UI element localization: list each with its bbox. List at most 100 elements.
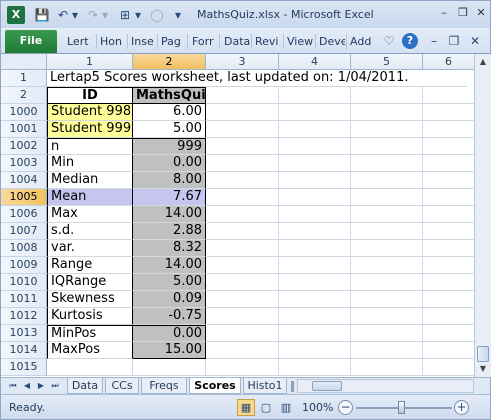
row-header[interactable]: 1002 bbox=[1, 138, 47, 155]
undo-dropdown-icon[interactable]: ▾ bbox=[70, 7, 80, 23]
row-header[interactable]: 1000 bbox=[1, 104, 47, 121]
vertical-scrollbar[interactable]: ▲ ▼ bbox=[474, 54, 491, 377]
empty-cell[interactable] bbox=[133, 359, 206, 376]
empty-cell[interactable] bbox=[279, 240, 351, 257]
empty-cell[interactable] bbox=[351, 291, 423, 308]
scroll-up-icon[interactable]: ▲ bbox=[475, 54, 491, 70]
row-header[interactable]: 1001 bbox=[1, 121, 47, 138]
row-header[interactable]: 1013 bbox=[1, 325, 47, 342]
row-header[interactable]: 1009 bbox=[1, 257, 47, 274]
row-header[interactable]: 1014 bbox=[1, 342, 47, 359]
empty-cell[interactable] bbox=[351, 121, 423, 138]
scroll-thumb[interactable] bbox=[477, 346, 489, 362]
customize-toolbar-icon[interactable]: ▾ bbox=[173, 7, 183, 23]
excel-logo-icon[interactable]: X bbox=[7, 6, 25, 24]
empty-cell[interactable] bbox=[423, 104, 475, 121]
column-header-selected[interactable]: 2 bbox=[133, 54, 206, 70]
restore-button[interactable]: ❐ bbox=[453, 5, 473, 22]
empty-cell[interactable] bbox=[206, 359, 279, 376]
empty-cell[interactable] bbox=[279, 155, 351, 172]
close-button[interactable]: ✕ bbox=[471, 5, 491, 22]
worksheet-title-cell[interactable]: Lertap5 Scores worksheet, last updated o… bbox=[47, 70, 467, 87]
tab-split-handle[interactable] bbox=[291, 381, 294, 392]
column-header[interactable]: 4 bbox=[279, 54, 351, 70]
tab-add-ins[interactable]: Add bbox=[350, 32, 375, 52]
workbook-close-button[interactable]: ✕ bbox=[467, 32, 483, 50]
empty-cell[interactable] bbox=[423, 189, 475, 206]
row-header[interactable]: 2 bbox=[1, 87, 47, 104]
row-header[interactable]: 1007 bbox=[1, 223, 47, 240]
empty-cell[interactable] bbox=[351, 155, 423, 172]
empty-cell[interactable] bbox=[351, 206, 423, 223]
normal-view-icon[interactable]: ▦ bbox=[237, 399, 255, 416]
empty-cell[interactable] bbox=[423, 308, 475, 325]
label-cell[interactable]: Kurtosis bbox=[47, 308, 133, 325]
column-header[interactable]: 6 bbox=[423, 54, 475, 70]
tab-data[interactable]: Data bbox=[224, 32, 250, 52]
column-header[interactable]: 3 bbox=[206, 54, 279, 70]
empty-cell[interactable] bbox=[423, 359, 475, 376]
row-header[interactable]: 1008 bbox=[1, 240, 47, 257]
label-cell[interactable]: Student 999 bbox=[47, 121, 133, 138]
empty-cell[interactable] bbox=[423, 172, 475, 189]
empty-cell[interactable] bbox=[279, 223, 351, 240]
empty-cell[interactable] bbox=[279, 172, 351, 189]
tab-page-layout[interactable]: Pag bbox=[161, 32, 186, 52]
tab-lertap[interactable]: Lert bbox=[67, 32, 95, 52]
page-layout-view-icon[interactable]: ▢ bbox=[257, 399, 275, 416]
label-cell[interactable]: Median bbox=[47, 172, 133, 189]
sheet-tab-freqs[interactable]: Freqs bbox=[141, 378, 187, 394]
empty-cell[interactable] bbox=[206, 223, 279, 240]
layout-dropdown-icon[interactable]: ▾ bbox=[133, 7, 143, 23]
empty-cell[interactable] bbox=[351, 257, 423, 274]
horizontal-scroll-thumb[interactable] bbox=[312, 381, 342, 391]
score-header-cell[interactable]: MathsQui bbox=[132, 87, 206, 104]
empty-cell[interactable] bbox=[206, 189, 279, 206]
empty-cell[interactable] bbox=[351, 189, 423, 206]
empty-cell[interactable] bbox=[351, 138, 423, 155]
value-cell[interactable]: 999 bbox=[133, 138, 206, 155]
value-cell[interactable]: 15.00 bbox=[133, 342, 206, 359]
last-sheet-icon[interactable]: ⏭ bbox=[49, 380, 61, 392]
zoom-slider-thumb[interactable] bbox=[398, 401, 405, 414]
sheet-tab-scores[interactable]: Scores bbox=[189, 378, 241, 394]
prev-sheet-icon[interactable]: ◀ bbox=[21, 380, 33, 392]
value-cell[interactable]: 0.00 bbox=[133, 325, 206, 342]
value-cell[interactable]: 5.00 bbox=[133, 274, 206, 291]
row-header[interactable]: 1015 bbox=[1, 359, 47, 376]
empty-cell[interactable] bbox=[206, 308, 279, 325]
value-cell[interactable]: 2.88 bbox=[133, 223, 206, 240]
row-header[interactable]: 1012 bbox=[1, 308, 47, 325]
save-icon[interactable]: 💾 bbox=[34, 7, 50, 23]
tab-home[interactable]: Hon bbox=[100, 32, 126, 52]
tab-insert[interactable]: Inse bbox=[131, 32, 156, 52]
label-cell[interactable]: n bbox=[47, 138, 133, 155]
value-cell[interactable]: 0.09 bbox=[133, 291, 206, 308]
empty-cell[interactable] bbox=[279, 325, 351, 342]
empty-cell[interactable] bbox=[351, 274, 423, 291]
help-icon[interactable]: ? bbox=[402, 33, 418, 49]
empty-cell[interactable] bbox=[279, 291, 351, 308]
zoom-level[interactable]: 100% bbox=[302, 401, 333, 414]
empty-cell[interactable] bbox=[206, 172, 279, 189]
empty-cell[interactable] bbox=[206, 206, 279, 223]
page-break-view-icon[interactable]: ▥ bbox=[277, 399, 295, 416]
layout-icon[interactable]: ⊞ bbox=[117, 7, 133, 23]
value-cell[interactable]: 14.00 bbox=[133, 206, 206, 223]
empty-cell[interactable] bbox=[423, 121, 475, 138]
workbook-restore-button[interactable]: ❐ bbox=[446, 32, 462, 50]
empty-cell[interactable] bbox=[423, 223, 475, 240]
tab-formulas[interactable]: Forr bbox=[192, 32, 217, 52]
first-sheet-icon[interactable]: ⏮ bbox=[7, 380, 19, 392]
tab-developer[interactable]: Deve bbox=[319, 32, 345, 52]
value-cell[interactable]: 7.67 bbox=[133, 189, 206, 206]
empty-cell[interactable] bbox=[206, 155, 279, 172]
select-all-corner[interactable] bbox=[1, 54, 47, 70]
undo-icon[interactable]: ↶ bbox=[56, 7, 70, 23]
column-header[interactable]: 5 bbox=[351, 54, 423, 70]
redo-icon[interactable]: ↷ bbox=[86, 7, 100, 23]
row-header[interactable]: 1005 bbox=[1, 189, 47, 206]
collapse-ribbon-icon[interactable]: ♡ bbox=[381, 32, 397, 50]
label-cell[interactable]: MinPos bbox=[47, 325, 133, 342]
label-cell[interactable]: IQRange bbox=[47, 274, 133, 291]
